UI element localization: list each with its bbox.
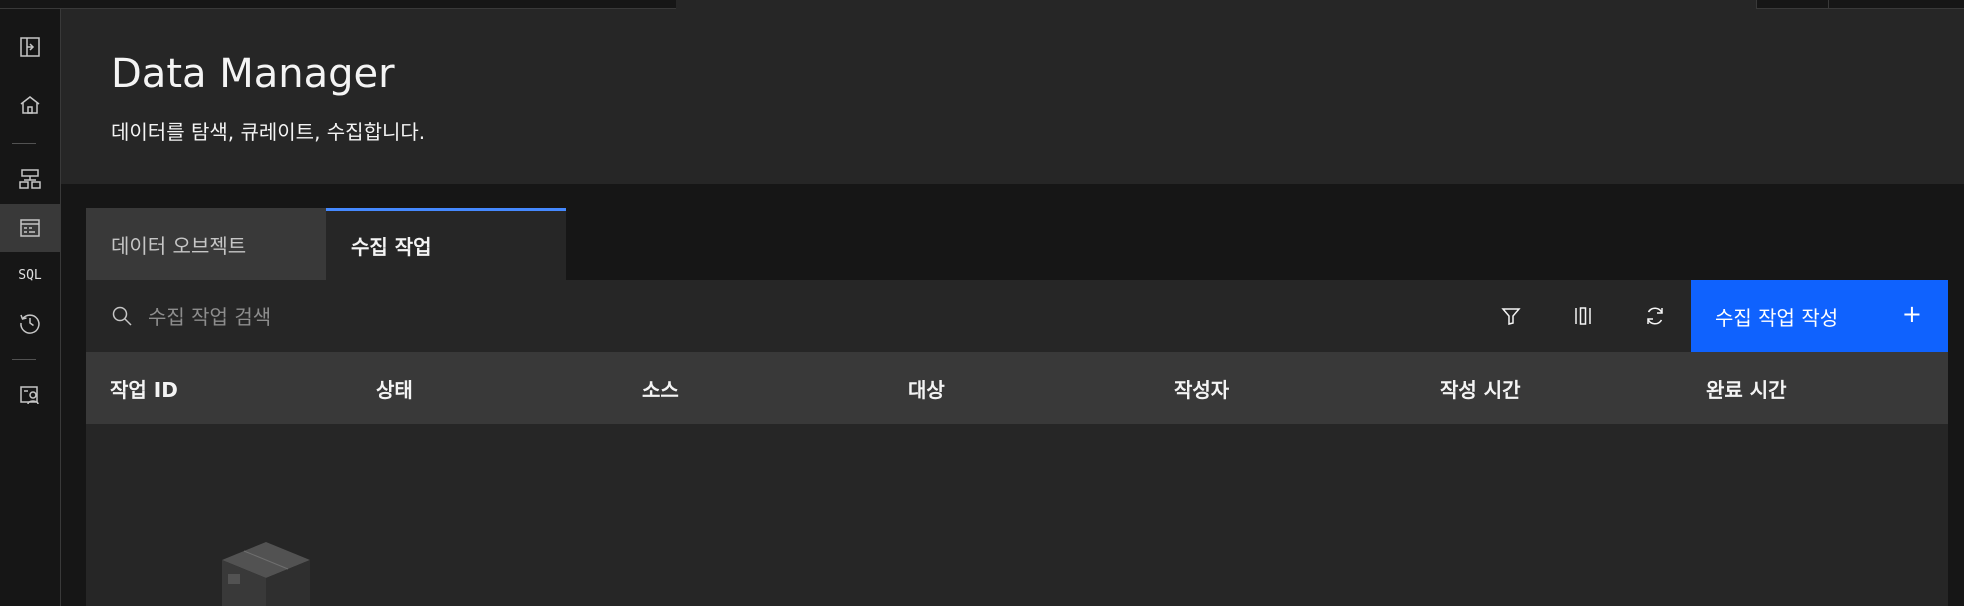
structure-icon — [19, 169, 41, 189]
data-manager-icon — [20, 219, 40, 237]
table-header-row: 작업 ID 상태 소스 대상 작성자 작성 시간 완료 시간 — [86, 352, 1948, 424]
page-header: Data Manager 데이터를 탐색, 큐레이트, 수집합니다. — [61, 9, 1964, 184]
tab-data-objects[interactable]: 데이터 오브젝트 — [86, 208, 326, 280]
table-body — [86, 424, 1948, 606]
column-header-source[interactable]: 소스 — [642, 352, 679, 424]
table-toolbar: 수집 작업 작성 + — [86, 280, 1948, 352]
search-icon — [112, 306, 132, 326]
top-bar-divider — [1756, 0, 1757, 9]
rail-divider — [12, 143, 36, 144]
expand-menu-button[interactable] — [0, 23, 60, 71]
side-rail: SQL — [0, 9, 61, 606]
top-bar-center — [676, 0, 1756, 9]
plus-icon: + — [1901, 300, 1922, 328]
tab-ingestion-jobs[interactable]: 수집 작업 — [326, 208, 566, 280]
page-title: Data Manager — [111, 51, 395, 97]
structure-button[interactable] — [0, 155, 60, 203]
empty-box-icon — [222, 542, 310, 606]
page-subtitle: 데이터를 탐색, 큐레이트, 수집합니다. — [111, 120, 426, 144]
create-ingestion-job-label: 수집 작업 작성 — [1715, 305, 1839, 330]
home-button[interactable] — [0, 81, 60, 129]
create-ingestion-job-button[interactable]: 수집 작업 작성 + — [1691, 280, 1948, 352]
column-header-status[interactable]: 상태 — [376, 352, 413, 424]
columns-icon — [1575, 307, 1591, 325]
filter-icon — [1501, 308, 1521, 325]
history-button[interactable] — [0, 299, 60, 347]
refresh-icon — [1647, 307, 1663, 325]
home-icon — [20, 96, 40, 114]
rail-divider — [12, 359, 36, 360]
search-input[interactable] — [146, 296, 850, 338]
sql-icon: SQL — [18, 267, 42, 283]
sql-button[interactable]: SQL — [0, 251, 60, 299]
filter-button[interactable] — [1475, 280, 1547, 352]
top-bar — [0, 0, 1964, 9]
access-icon — [20, 386, 39, 405]
columns-button[interactable] — [1547, 280, 1619, 352]
column-header-target[interactable]: 대상 — [908, 352, 945, 424]
expand-icon — [20, 37, 40, 57]
column-header-completed-time[interactable]: 완료 시간 — [1706, 352, 1787, 424]
history-icon — [20, 314, 40, 334]
data-manager-button[interactable] — [0, 204, 60, 252]
column-header-created-time[interactable]: 작성 시간 — [1440, 352, 1521, 424]
column-header-creator[interactable]: 작성자 — [1174, 352, 1229, 424]
top-bar-divider — [1828, 0, 1829, 9]
column-header-job-id[interactable]: 작업 ID — [110, 352, 178, 424]
access-button[interactable] — [0, 371, 60, 419]
refresh-button[interactable] — [1619, 280, 1691, 352]
